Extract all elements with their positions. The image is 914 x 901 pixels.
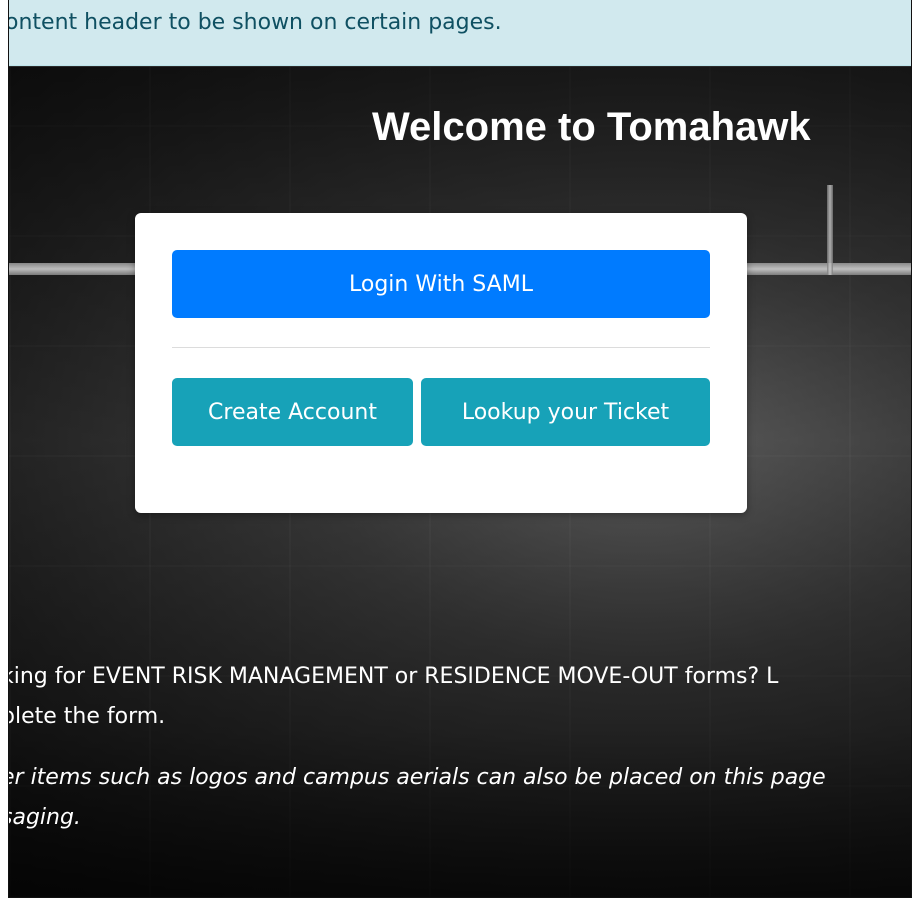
- note-paragraph-line-1: er items such as logos and campus aerial…: [8, 765, 826, 790]
- info-banner: ontent header to be shown on certain pag…: [9, 0, 911, 66]
- background-pipe-vertical: [827, 185, 833, 275]
- info-paragraph: king for EVENT RISK MANAGEMENT or RESIDE…: [8, 657, 779, 737]
- info-paragraph-line-2: plete the form.: [8, 704, 166, 729]
- note-paragraph: er items such as logos and campus aerial…: [8, 758, 826, 838]
- create-account-button[interactable]: Create Account: [172, 378, 413, 446]
- hero-section: Welcome to Tomahawk Login With SAML Crea…: [9, 67, 911, 897]
- welcome-title: Welcome to Tomahawk: [372, 105, 811, 149]
- page-frame: ontent header to be shown on certain pag…: [8, 0, 912, 898]
- login-saml-button[interactable]: Login With SAML: [172, 250, 710, 318]
- lookup-ticket-button[interactable]: Lookup your Ticket: [421, 378, 710, 446]
- note-paragraph-line-2: saging.: [8, 805, 81, 830]
- info-paragraph-line-1: king for EVENT RISK MANAGEMENT or RESIDE…: [8, 664, 779, 689]
- card-divider: [172, 347, 710, 348]
- login-card: Login With SAML Create Account Lookup yo…: [135, 213, 747, 513]
- info-banner-text: ontent header to be shown on certain pag…: [8, 10, 502, 35]
